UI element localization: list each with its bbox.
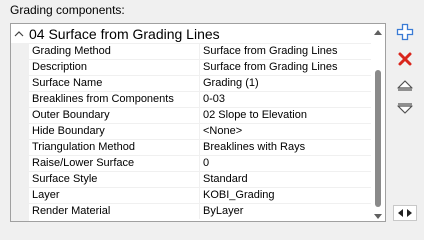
add-component-icon [396, 23, 414, 46]
property-row[interactable]: Hide Boundary <None> [29, 123, 371, 139]
property-row[interactable]: Grading Method Surface from Grading Line… [29, 43, 371, 59]
property-value[interactable]: KOBI_Grading [200, 188, 371, 203]
property-name: Raise/Lower Surface [29, 156, 200, 171]
property-name: Breaklines from Components [29, 92, 200, 107]
move-up-button[interactable] [394, 76, 416, 98]
property-name: Surface Name [29, 76, 200, 91]
property-value[interactable]: 0-03 [200, 92, 371, 107]
property-value[interactable]: Standard [200, 172, 371, 187]
chevron-up-icon[interactable] [12, 24, 26, 43]
add-component-button[interactable] [394, 23, 416, 45]
property-name: Layer [29, 188, 200, 203]
property-value[interactable]: Grading (1) [200, 76, 371, 91]
move-down-button[interactable] [394, 100, 416, 122]
move-up-icon [396, 78, 414, 97]
property-value[interactable]: ByLayer [200, 204, 371, 219]
row-gutter [11, 43, 29, 221]
property-value[interactable]: Surface from Grading Lines [200, 44, 371, 59]
property-row[interactable]: Raise/Lower Surface 0 [29, 155, 371, 171]
property-row[interactable]: Breaklines from Components 0-03 [29, 91, 371, 107]
vertical-scrollbar[interactable] [371, 24, 385, 221]
property-name: Hide Boundary [29, 124, 200, 139]
property-row[interactable]: Surface Name Grading (1) [29, 75, 371, 91]
property-name: Surface Style [29, 172, 200, 187]
scroll-thumb[interactable] [375, 70, 381, 207]
resize-columns-button[interactable] [393, 205, 417, 221]
property-name: Grading Method [29, 44, 200, 59]
move-down-icon [396, 102, 414, 121]
property-name: Description [29, 60, 200, 75]
property-row[interactable]: Triangulation Method Breaklines with Ray… [29, 139, 371, 155]
group-title: 04 Surface from Grading Lines [29, 25, 220, 42]
delete-component-button[interactable] [394, 50, 416, 72]
property-row[interactable]: Layer KOBI_Grading [29, 187, 371, 203]
group-header[interactable]: 04 Surface from Grading Lines [11, 24, 371, 43]
property-name: Render Material [29, 204, 200, 219]
grading-components-label: Grading components: [10, 3, 125, 17]
property-grid: Grading Method Surface from Grading Line… [29, 43, 371, 219]
property-grid-panel: 04 Surface from Grading Lines Grading Me… [10, 23, 386, 222]
property-name: Triangulation Method [29, 140, 200, 155]
property-name: Outer Boundary [29, 108, 200, 123]
property-row[interactable]: Surface Style Standard [29, 171, 371, 187]
property-value[interactable]: 02 Slope to Elevation [200, 108, 371, 123]
property-value[interactable]: Breaklines with Rays [200, 140, 371, 155]
property-row[interactable]: Render Material ByLayer [29, 203, 371, 219]
property-value[interactable]: 0 [200, 156, 371, 171]
property-value[interactable]: Surface from Grading Lines [200, 60, 371, 75]
scroll-up-icon[interactable] [371, 26, 385, 38]
property-value[interactable]: <None> [200, 124, 371, 139]
scroll-down-icon[interactable] [371, 210, 385, 221]
property-row[interactable]: Description Surface from Grading Lines [29, 59, 371, 75]
delete-icon [397, 51, 413, 72]
resize-horizontal-icon [398, 204, 412, 222]
property-row[interactable]: Outer Boundary 02 Slope to Elevation [29, 107, 371, 123]
